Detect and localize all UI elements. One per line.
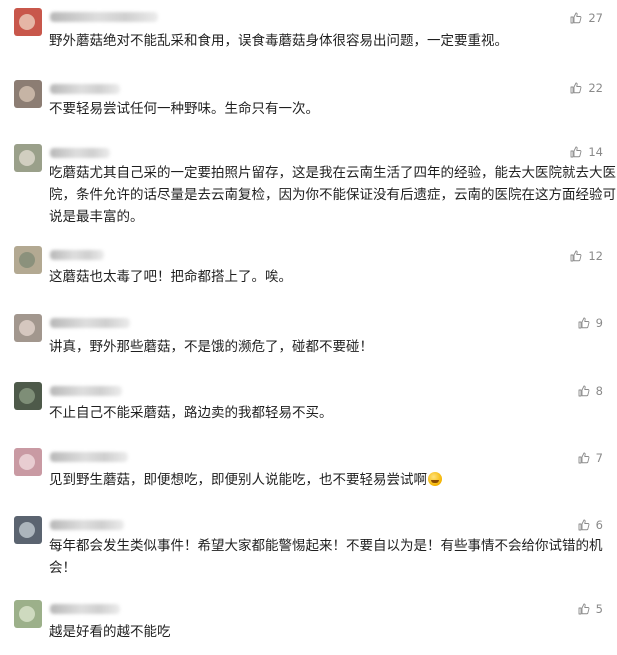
comment-line: 讲真，野外那些蘑菇，不是饿的濒危了，碰都不要碰！ (49, 339, 373, 355)
thumbs-up-icon (578, 452, 590, 464)
like-count: 6 (595, 518, 603, 532)
comment-line: 越是好看的越不能吃 (49, 624, 171, 640)
comment-line: 不要轻易尝试任何一种野味。生命只有一次。 (49, 101, 319, 117)
comment-line: 这蘑菇也太毒了吧！把命都搭上了。唉。 (49, 269, 292, 285)
avatar[interactable] (14, 516, 42, 544)
like-button[interactable]: 7 (543, 450, 603, 466)
like-button[interactable]: 27 (543, 10, 603, 26)
blurred-username[interactable] (50, 84, 120, 94)
comment-text: 这蘑菇也太毒了吧！把命都搭上了。唉。 (49, 266, 292, 288)
comment-line: 野外蘑菇绝对不能乱采和食用，误食毒蘑菇身体很容易出问题，一定要重视。 (49, 33, 508, 49)
like-button[interactable]: 14 (543, 144, 603, 160)
like-count: 27 (588, 11, 603, 25)
comment-line: 吃蘑菇尤其自己采的一定要拍照片留存，这是我在云南生活了四年的经验，能去大医院就去… (49, 165, 616, 181)
blurred-username[interactable] (50, 318, 130, 328)
comment-text: 野外蘑菇绝对不能乱采和食用，误食毒蘑菇身体很容易出问题，一定要重视。 (49, 30, 508, 52)
like-count: 22 (588, 81, 603, 95)
thumbs-up-icon (570, 250, 582, 262)
comment-text: 见到野生蘑菇，即便想吃，即便别人说能吃，也不要轻易尝试啊 (49, 469, 442, 491)
avatar-face (19, 454, 35, 470)
avatar-face (19, 606, 35, 622)
thumbs-up-icon (570, 12, 582, 24)
comment-text: 每年都会发生类似事件！希望大家都能警惕起来！不要自以为是！有些事情不会给你试错的… (49, 535, 603, 579)
avatar-face (19, 86, 35, 102)
blurred-username[interactable] (50, 386, 122, 396)
like-count: 12 (588, 249, 603, 263)
avatar[interactable] (14, 314, 42, 342)
avatar[interactable] (14, 246, 42, 274)
avatar[interactable] (14, 8, 42, 36)
thumbs-up-icon (570, 146, 582, 158)
comment-line: 见到野生蘑菇，即便想吃，即便别人说能吃，也不要轻易尝试啊 (49, 469, 442, 491)
like-button[interactable]: 6 (543, 517, 603, 533)
thumbs-up-icon (578, 519, 590, 531)
thumbs-up-icon (570, 82, 582, 94)
thumbs-up-icon (578, 317, 590, 329)
like-count: 7 (595, 451, 603, 465)
blurred-username[interactable] (50, 604, 120, 614)
like-button[interactable]: 12 (543, 248, 603, 264)
comment-text: 不要轻易尝试任何一种野味。生命只有一次。 (49, 98, 319, 120)
comment-text: 讲真，野外那些蘑菇，不是饿的濒危了，碰都不要碰！ (49, 336, 373, 358)
avatar-face (19, 150, 35, 166)
comment-line: 院，条件允许的话尽量是去云南复检，因为你不能保证没有后遗症，云南的医院在这方面经… (49, 187, 617, 203)
avatar-face (19, 388, 35, 404)
like-count: 8 (595, 384, 603, 398)
comment-line: 说是最丰富的。 (49, 209, 144, 225)
avatar[interactable] (14, 600, 42, 628)
blurred-username[interactable] (50, 148, 110, 158)
like-count: 5 (595, 602, 603, 616)
comment-text: 吃蘑菇尤其自己采的一定要拍照片留存，这是我在云南生活了四年的经验，能去大医院就去… (49, 162, 617, 228)
avatar[interactable] (14, 382, 42, 410)
grimace-emoji-icon (428, 472, 442, 486)
comment-line: 每年都会发生类似事件！希望大家都能警惕起来！不要自以为是！有些事情不会给你试错的… (49, 538, 603, 554)
like-button[interactable]: 22 (543, 80, 603, 96)
avatar-face (19, 320, 35, 336)
comment-line: 会！ (49, 560, 76, 576)
blurred-username[interactable] (50, 250, 104, 260)
like-count: 9 (595, 316, 603, 330)
like-count: 14 (588, 145, 603, 159)
blurred-username[interactable] (50, 452, 128, 462)
avatar[interactable] (14, 448, 42, 476)
avatar[interactable] (14, 144, 42, 172)
avatar-face (19, 14, 35, 30)
comment-text: 不止自己不能采蘑菇，路边卖的我都轻易不买。 (49, 402, 333, 424)
like-button[interactable]: 5 (543, 601, 603, 617)
like-button[interactable]: 9 (543, 315, 603, 331)
avatar-face (19, 522, 35, 538)
thumbs-up-icon (578, 385, 590, 397)
comment-text: 越是好看的越不能吃 (49, 621, 171, 643)
blurred-username[interactable] (50, 12, 158, 22)
comment-line: 不止自己不能采蘑菇，路边卖的我都轻易不买。 (49, 405, 333, 421)
blurred-username[interactable] (50, 520, 124, 530)
avatar-face (19, 252, 35, 268)
thumbs-up-icon (578, 603, 590, 615)
like-button[interactable]: 8 (543, 383, 603, 399)
comment-line-text: 见到野生蘑菇，即便想吃，即便别人说能吃，也不要轻易尝试啊 (49, 472, 427, 488)
avatar[interactable] (14, 80, 42, 108)
